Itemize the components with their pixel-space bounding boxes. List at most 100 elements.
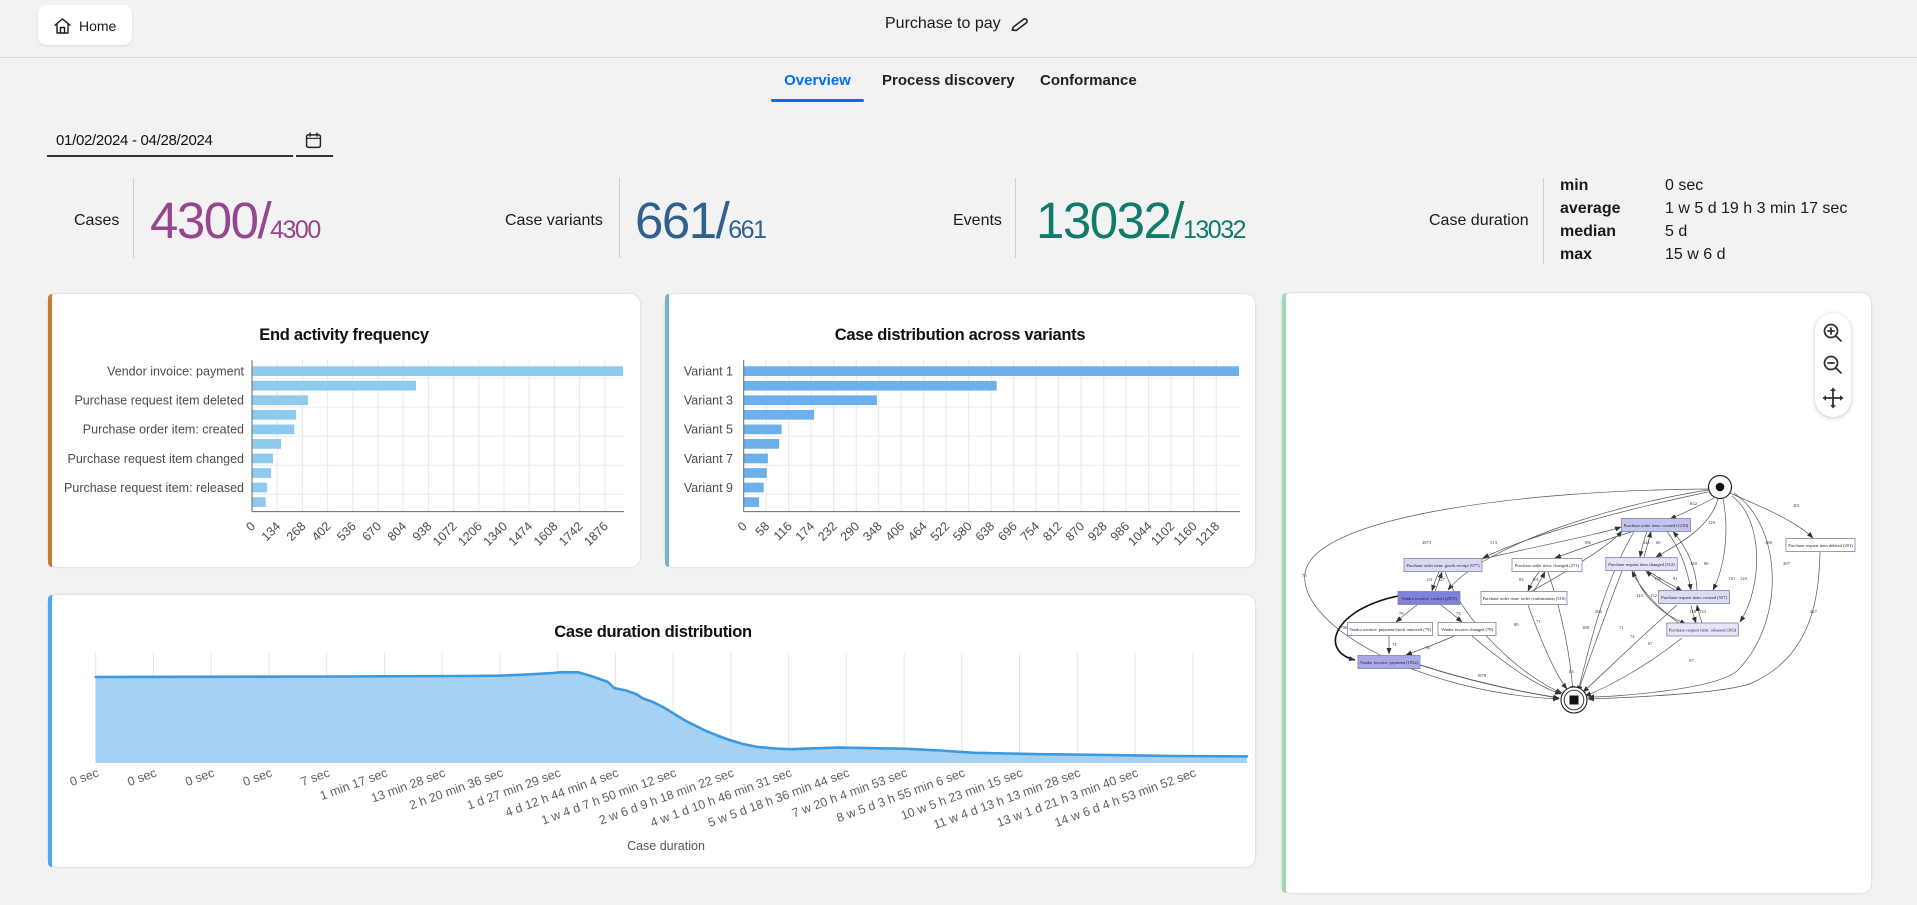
svg-text:71: 71 xyxy=(1619,625,1624,630)
svg-text:131: 131 xyxy=(1426,577,1434,582)
svg-text:67: 67 xyxy=(1689,658,1694,663)
svg-text:536: 536 xyxy=(334,519,359,544)
svg-text:1742: 1742 xyxy=(556,519,586,549)
svg-text:638: 638 xyxy=(973,519,998,544)
svg-text:74: 74 xyxy=(1392,642,1397,647)
svg-text:1160: 1160 xyxy=(1171,519,1200,548)
svg-text:1218: 1218 xyxy=(1193,519,1223,549)
svg-text:58: 58 xyxy=(753,519,773,539)
svg-text:Purchase order item: goods rec: Purchase order item: goods receipt (977) xyxy=(1406,563,1480,568)
svg-text:0 sec: 0 sec xyxy=(183,766,216,789)
svg-text:1474: 1474 xyxy=(506,519,536,549)
svg-text:Purchase order item: order con: Purchase order item: order confirmation … xyxy=(1482,596,1566,601)
svg-text:Variant 7: Variant 7 xyxy=(684,452,733,466)
svg-text:30: 30 xyxy=(1426,645,1431,650)
svg-text:1608: 1608 xyxy=(531,519,561,549)
svg-text:60: 60 xyxy=(1656,540,1661,545)
svg-text:327: 327 xyxy=(1438,577,1446,582)
svg-text:1876: 1876 xyxy=(581,519,611,549)
svg-text:1206: 1206 xyxy=(455,519,485,549)
svg-text:71: 71 xyxy=(1536,619,1541,624)
svg-text:0 sec: 0 sec xyxy=(126,766,159,789)
svg-text:1340: 1340 xyxy=(481,519,511,549)
svg-text:580: 580 xyxy=(950,519,975,544)
svg-text:348: 348 xyxy=(860,519,885,544)
svg-text:670: 670 xyxy=(359,519,384,544)
svg-text:0: 0 xyxy=(735,519,750,534)
svg-text:141: 141 xyxy=(1643,540,1651,545)
svg-text:406: 406 xyxy=(883,519,908,544)
svg-text:Purchase request item: release: Purchase request item: released (363) xyxy=(1669,627,1737,632)
svg-text:Purchase request item deleted: Purchase request item deleted xyxy=(74,394,244,408)
svg-text:290: 290 xyxy=(838,519,863,544)
svg-text:206: 206 xyxy=(1595,609,1603,614)
svg-text:754: 754 xyxy=(1018,519,1043,544)
svg-text:Purchase request item: release: Purchase request item: released xyxy=(64,481,244,495)
svg-text:126: 126 xyxy=(1689,609,1697,614)
svg-text:Purchase request item changed: Purchase request item changed (512) xyxy=(1608,562,1675,567)
svg-text:822: 822 xyxy=(1690,501,1698,506)
svg-text:Purchase order item: changed (: Purchase order item: changed (271) xyxy=(1515,563,1580,568)
svg-text:513: 513 xyxy=(1490,540,1498,545)
svg-text:Case duration: Case duration xyxy=(627,839,705,853)
svg-text:120: 120 xyxy=(1740,576,1748,581)
svg-text:80: 80 xyxy=(1514,622,1519,627)
svg-text:101: 101 xyxy=(1532,577,1540,582)
svg-text:928: 928 xyxy=(1085,519,1110,544)
svg-text:75: 75 xyxy=(1302,573,1307,578)
svg-text:174: 174 xyxy=(793,519,818,544)
svg-text:63: 63 xyxy=(1569,669,1574,674)
svg-text:133: 133 xyxy=(1699,609,1707,614)
svg-text:1044: 1044 xyxy=(1125,519,1155,549)
svg-text:74: 74 xyxy=(1630,634,1635,639)
svg-text:Purchase order item: created: Purchase order item: created xyxy=(83,423,244,437)
svg-text:Vendor invoice changed (78): Vendor invoice changed (78) xyxy=(1441,627,1494,632)
svg-text:232: 232 xyxy=(815,519,840,544)
svg-text:End activity frequency: End activity frequency xyxy=(259,326,430,344)
svg-text:1102: 1102 xyxy=(1148,519,1177,548)
svg-text:Purchase request item changed: Purchase request item changed xyxy=(68,452,245,466)
svg-text:201: 201 xyxy=(1793,503,1801,508)
svg-text:116: 116 xyxy=(771,519,795,543)
svg-text:130: 130 xyxy=(1690,561,1698,566)
svg-text:464: 464 xyxy=(905,519,930,544)
svg-text:290: 290 xyxy=(1765,540,1773,545)
svg-text:Vendor invoice: payment (1932): Vendor invoice: payment (1932) xyxy=(1360,660,1419,665)
svg-text:134: 134 xyxy=(259,519,284,544)
svg-text:132: 132 xyxy=(1654,576,1662,581)
svg-text:110: 110 xyxy=(1728,576,1735,581)
svg-text:86: 86 xyxy=(1704,561,1709,566)
svg-text:Variant 5: Variant 5 xyxy=(684,423,733,437)
svg-text:1878: 1878 xyxy=(1477,673,1487,678)
svg-text:67: 67 xyxy=(1648,641,1653,646)
svg-text:2873: 2873 xyxy=(1422,540,1432,545)
svg-text:696: 696 xyxy=(995,519,1020,544)
svg-text:0 sec: 0 sec xyxy=(68,766,101,789)
svg-text:268: 268 xyxy=(284,519,309,544)
svg-text:Purchase request item deleted: Purchase request item deleted (201) xyxy=(1788,543,1853,548)
svg-text:Vendor invoice: payment: Vendor invoice: payment xyxy=(107,364,244,378)
svg-text:186: 186 xyxy=(1584,540,1592,545)
svg-text:Case distribution across varia: Case distribution across variants xyxy=(835,326,1086,344)
svg-text:0: 0 xyxy=(243,519,258,534)
svg-text:804: 804 xyxy=(385,519,410,544)
svg-text:79: 79 xyxy=(1399,611,1404,616)
svg-text:7 sec: 7 sec xyxy=(299,766,332,789)
svg-text:1706: 1706 xyxy=(1338,625,1348,630)
svg-text:Case duration distribution: Case duration distribution xyxy=(554,623,752,641)
svg-text:870: 870 xyxy=(1063,519,1088,544)
svg-text:Vendor invoice: payment block: Vendor invoice: payment block removed (7… xyxy=(1349,627,1431,632)
svg-text:Variant 9: Variant 9 xyxy=(684,481,733,495)
svg-text:522: 522 xyxy=(928,519,953,544)
svg-text:812: 812 xyxy=(1040,519,1065,544)
svg-text:Variant 1: Variant 1 xyxy=(684,364,733,378)
svg-text:Purchase request item: created: Purchase request item: created (557) xyxy=(1661,595,1727,600)
svg-text:Variant 3: Variant 3 xyxy=(684,394,733,408)
svg-text:307: 307 xyxy=(1783,561,1791,566)
svg-text:Vendor invoice: created (2873): Vendor invoice: created (2873) xyxy=(1401,596,1457,601)
svg-text:129: 129 xyxy=(1708,520,1716,525)
svg-text:73: 73 xyxy=(1456,611,1461,616)
svg-text:83: 83 xyxy=(1519,577,1524,582)
svg-text:Purchase order item: created (: Purchase order item: created (1230) xyxy=(1624,523,1689,528)
svg-text:0 sec: 0 sec xyxy=(241,766,274,789)
